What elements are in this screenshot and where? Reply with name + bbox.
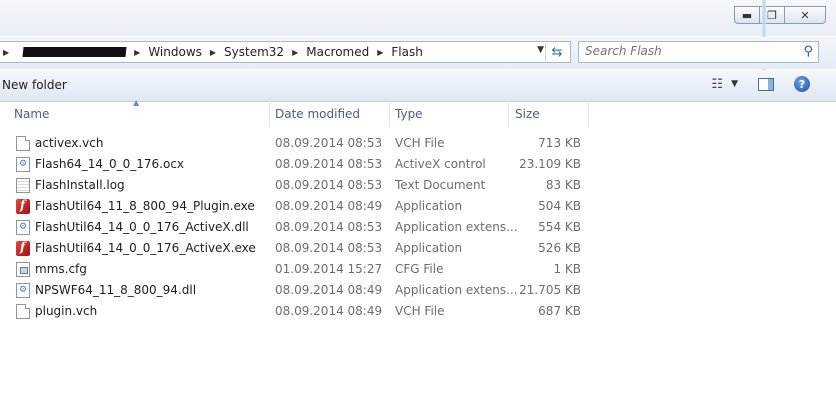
minimize-button[interactable]: ▬ [734,6,760,24]
file-date-modified: 08.09.2014 08:53 [275,157,383,171]
file-list: activex.vch 08.09.2014 08:53 VCH File 713 K… [0,133,836,322]
change-view-icon[interactable]: ☷ [711,77,723,92]
document-icon [16,136,30,151]
new-folder-button[interactable]: New folder [2,78,67,92]
file-size: 1 KB [553,262,581,276]
file-date-modified: 08.09.2014 08:53 [275,220,383,234]
close-icon: ✕ [800,8,810,22]
address-bar[interactable]: ▶ ▶ Windows ▶ System32 ▶ Macromed ▶ Flas… [0,41,571,63]
column-name[interactable]: Name [0,101,270,127]
file-size: 83 KB [545,178,581,192]
file-name: Flash64_14_0_0_176.ocx [35,157,185,171]
gear-file-icon [16,220,30,235]
file-type: Application [395,199,463,213]
file-type: VCH File [395,304,445,318]
window-controls: ▬ ❐ ✕ [734,6,826,24]
file-date-modified: 08.09.2014 08:53 [275,241,383,255]
command-bar: New folder ☷ ▼ ? [0,70,836,102]
file-name: FlashUtil64_11_8_800_94_Plugin.exe [35,199,255,213]
file-size: 687 KB [538,304,581,318]
redacted-crumb [22,47,127,57]
table-row[interactable]: FlashUtil64_11_8_800_94_Plugin.exe 08.09.… [0,196,836,217]
file-size: 554 KB [538,220,581,234]
table-row[interactable]: FlashUtil64_14_0_0_176_ActiveX.dll 08.09.… [0,217,836,238]
breadcrumb-chevron-icon[interactable]: ▶ [210,48,216,57]
search-input[interactable] [585,44,785,58]
file-date-modified: 08.09.2014 08:53 [275,178,383,192]
column-type[interactable]: Type [390,101,509,127]
toolbar-right: ☷ ▼ ? [711,76,810,92]
file-type: Application extens... [395,283,518,297]
file-size: 504 KB [538,199,581,213]
column-date-label: Date modified [275,107,361,121]
breadcrumb-item-system32[interactable]: System32 [224,45,284,59]
refresh-icon: ⇆ [551,44,563,60]
breadcrumb-chevron-icon[interactable]: ▶ [377,48,383,57]
file-type: Text Document [395,178,486,192]
search-box[interactable]: ⚲ [578,41,819,63]
text-file-icon [16,178,30,193]
column-size-label: Size [515,107,540,121]
file-type: VCH File [395,136,445,150]
file-name: mms.cfg [35,262,87,276]
minimize-icon: ▬ [741,8,753,22]
file-name: plugin.vch [35,304,98,318]
breadcrumb-item-windows[interactable]: Windows [148,45,202,59]
help-icon[interactable]: ? [794,76,810,92]
column-date-modified[interactable]: Date modified [270,101,390,127]
address-history-chevron-down-icon[interactable]: ▼ [537,45,544,55]
table-row[interactable]: activex.vch 08.09.2014 08:53 VCH File 713 K… [0,133,836,154]
breadcrumb-item-macromed[interactable]: Macromed [306,45,369,59]
file-date-modified: 08.09.2014 08:49 [275,199,383,213]
search-icon[interactable]: ⚲ [803,44,813,59]
close-button[interactable]: ✕ [784,6,826,24]
file-type: ActiveX control [395,157,486,171]
column-header: ▲ Name Date modified Type Size [0,98,836,127]
restore-icon: ❐ [767,8,777,22]
file-name: NPSWF64_11_8_800_94.dll [35,283,197,297]
file-date-modified: 01.09.2014 15:27 [275,262,383,276]
table-row[interactable]: FlashUtil64_14_0_0_176_ActiveX.exe 08.09.… [0,238,836,259]
gear-file-icon [16,157,30,172]
file-date-modified: 08.09.2014 08:49 [275,283,383,297]
file-type: CFG File [395,262,444,276]
config-file-icon [16,262,30,277]
file-date-modified: 08.09.2014 08:53 [275,136,383,150]
breadcrumb-chevron-icon[interactable]: ▶ [292,48,298,57]
file-name: FlashInstall.log [35,178,125,192]
table-row[interactable]: Flash64_14_0_0_176.ocx 08.09.2014 08:53 Ac… [0,154,836,175]
navigation-bar: ▶ ▶ Windows ▶ System32 ▶ Macromed ▶ Flas… [0,37,836,69]
file-size: 21.705 KB [519,283,581,297]
file-size: 23.109 KB [519,157,581,171]
file-name: FlashUtil64_14_0_0_176_ActiveX.dll [35,220,249,234]
table-row[interactable]: mms.cfg 01.09.2014 15:27 CFG File 1 KB [0,259,836,280]
breadcrumb: ▶ ▶ Windows ▶ System32 ▶ Macromed ▶ Flas… [0,45,423,59]
file-type: Application [395,241,463,255]
file-type: Application extens... [395,220,518,234]
flash-icon [16,198,30,214]
preview-pane-icon[interactable] [758,77,774,91]
file-size: 713 KB [538,136,581,150]
breadcrumb-item-flash[interactable]: Flash [391,45,422,59]
file-date-modified: 08.09.2014 08:49 [275,304,383,318]
file-name: FlashUtil64_14_0_0_176_ActiveX.exe [35,241,256,255]
title-bar: ▬ ❐ ✕ [0,0,836,36]
flash-icon [16,240,30,256]
column-size[interactable]: Size [509,101,589,127]
file-size: 526 KB [538,241,581,255]
gear-file-icon [16,283,30,298]
refresh-button[interactable]: ⇆ [545,43,568,61]
view-options-chevron-down-icon[interactable]: ▼ [731,79,738,89]
breadcrumb-chevron-icon[interactable]: ▶ [3,48,9,57]
column-type-label: Type [395,107,423,121]
file-name: activex.vch [35,136,104,150]
breadcrumb-chevron-icon[interactable]: ▶ [134,48,140,57]
table-row[interactable]: FlashInstall.log 08.09.2014 08:53 Text Doc… [0,175,836,196]
document-icon [16,304,30,319]
table-row[interactable]: plugin.vch 08.09.2014 08:49 VCH File 687 KB [0,301,836,322]
table-row[interactable]: NPSWF64_11_8_800_94.dll 08.09.2014 08:49 A… [0,280,836,301]
column-name-label: Name [14,107,50,121]
